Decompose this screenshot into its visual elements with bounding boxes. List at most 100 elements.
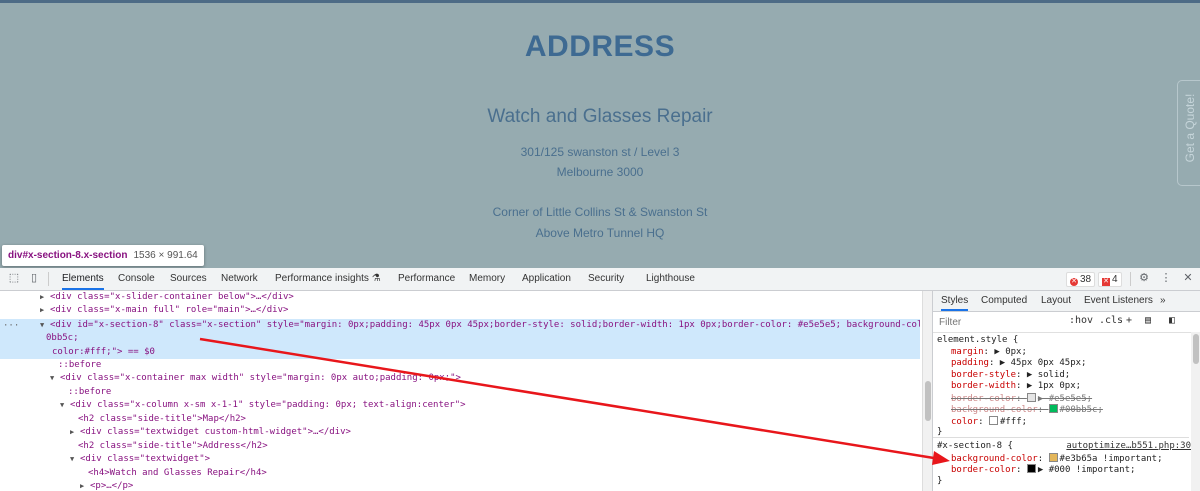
dom-node-markup: color:#fff;"> == $0 [52,347,155,357]
css-property[interactable]: border-style [951,370,1016,380]
color-swatch-icon[interactable] [988,415,998,425]
dom-node-line[interactable]: ▼ <div class="x-column x-sm x-1-1" style=… [60,399,466,412]
expand-triangle-icon[interactable]: ▶ [80,480,90,491]
tab-network[interactable]: Network [221,268,258,290]
dom-node-line[interactable]: ▶ <div class="textwidget custom-html-widg… [70,426,351,439]
get-a-quote-tab[interactable]: Get a Quote! [1177,80,1200,186]
dom-node-markup: ::before [68,387,112,397]
css-declaration[interactable]: background-color: #e3b65a !important; [937,452,1193,465]
more-tabs-chevron-icon[interactable]: » [1160,291,1166,311]
dom-node-line[interactable]: color:#fff;"> == $0 [52,346,155,359]
css-declaration[interactable]: background-color: #00bb5c; [937,404,1193,416]
hover-state-toggle[interactable]: :hov [1069,315,1093,326]
collapse-triangle-icon[interactable]: ▼ [50,372,60,385]
dom-node-markup: <div class="textwidget"> [80,454,211,464]
webpage-viewport: ADDRESS Watch and Glasses Repair 301/125… [0,0,1200,268]
css-declaration[interactable]: border-style: ▶ solid; [937,370,1193,382]
tab-elements[interactable]: Elements [62,268,104,290]
tab-event-listeners[interactable]: Event Listeners [1084,291,1153,311]
class-toggle[interactable]: .cls [1099,315,1123,326]
expand-triangle-icon[interactable]: ▶ [40,304,50,317]
css-property[interactable]: padding [951,358,989,368]
dom-node-line[interactable]: ::before [58,359,101,372]
device-toolbar-icon[interactable]: ▯ [28,272,40,284]
css-property[interactable]: border-color [951,394,1016,404]
styles-filter-input[interactable] [937,314,1061,330]
css-property[interactable]: border-width [951,381,1016,391]
tab-application[interactable]: Application [522,268,571,290]
dom-node-markup: <h2 class="side-title">Map</h2> [78,414,246,424]
css-declaration[interactable]: border-color: ▶ #000 !important; [937,464,1193,476]
css-declaration[interactable]: padding: ▶ 45px 0px 45px; [937,358,1193,370]
collapse-triangle-icon[interactable]: ▼ [60,399,70,412]
tab-sources[interactable]: Sources [170,268,207,290]
css-value[interactable]: ▶ 0px; [994,347,1027,357]
new-rule-icon[interactable]: + [1126,315,1132,326]
color-swatch-icon[interactable] [1026,392,1036,402]
tab-performance-insights[interactable]: Performance insights ⚗ [275,268,381,290]
tab-computed[interactable]: Computed [981,291,1027,311]
css-property[interactable]: background-color [951,454,1038,464]
node-menu-icon[interactable]: ··· [3,321,19,331]
elements-tree[interactable]: ··· ▶ <div class="x-slider-container belo… [0,291,920,491]
collapse-triangle-icon[interactable]: ▼ [70,453,80,466]
errors-badge[interactable]: ✕ 38 [1066,272,1096,287]
element-style-selector: element.style { [937,335,1019,345]
color-swatch-icon[interactable] [1048,404,1058,413]
css-value[interactable]: ▶ solid; [1027,370,1070,380]
css-declaration[interactable]: border-color: ▶ #e5e5e5; [937,392,1193,405]
tab-layout[interactable]: Layout [1041,291,1071,311]
color-swatch-icon[interactable] [1026,464,1036,473]
tab-security[interactable]: Security [588,268,624,290]
color-swatch-icon[interactable] [1048,452,1058,462]
dom-node-line[interactable]: 0bb5c; [46,332,79,345]
gear-icon[interactable]: ⚙ [1138,272,1150,284]
css-property[interactable]: background-color [951,405,1038,415]
dom-node-line[interactable]: ▼ <div class="textwidget"> [70,453,210,466]
paint-icon[interactable]: ▤ [1145,315,1151,326]
tab-console[interactable]: Console [118,268,155,290]
dom-node-line[interactable]: <h2 class="side-title">Map</h2> [78,413,246,426]
dom-node-line[interactable]: ▼ <div class="x-container max width" styl… [50,372,461,385]
css-declaration[interactable]: margin: ▶ 0px; [937,347,1193,359]
css-property[interactable]: margin [951,347,984,357]
issues-count: 4 [1112,274,1118,285]
css-value[interactable]: ▶ #000 !important; [1038,465,1136,475]
close-icon[interactable]: ✕ [1182,272,1194,284]
css-value[interactable]: ▶ 1px 0px; [1027,381,1081,391]
section-rule-source-link[interactable]: autoptimize…b551.php:30 [1066,441,1191,453]
css-property[interactable]: border-color [951,465,1016,475]
tab-lighthouse[interactable]: Lighthouse [646,268,695,290]
collapse-triangle-icon[interactable]: ▼ [40,319,50,332]
css-value[interactable]: #e3b65a !important; [1060,454,1163,464]
dom-node-line[interactable]: ▶ <p>…</p> [80,480,133,491]
css-declaration[interactable]: color: #fff; [937,415,1193,428]
dom-node-line[interactable]: <h4>Watch and Glasses Repair</h4> [88,467,267,480]
expand-triangle-icon[interactable]: ▶ [40,291,50,304]
devtools-toolbar: ⬚ ▯ Elements Console Sources Network Per… [0,268,1200,291]
tab-memory[interactable]: Memory [469,268,505,290]
css-declaration[interactable]: border-width: ▶ 1px 0px; [937,381,1193,393]
styles-scrollbar[interactable] [1191,332,1200,491]
expand-triangle-icon[interactable]: ▶ [70,426,80,439]
dom-node-line[interactable]: ▶ <div class="x-slider-container below">…… [40,291,294,304]
tab-styles[interactable]: Styles [941,291,969,311]
css-property[interactable]: color [951,417,978,427]
more-options-icon[interactable]: ⋮ [1160,272,1172,284]
css-value[interactable]: #fff; [1000,417,1027,427]
inspect-element-icon[interactable]: ⬚ [8,272,20,284]
dom-node-line[interactable]: ::before [68,386,111,399]
css-value[interactable]: #00bb5c; [1060,405,1103,415]
sidebar-toggle-icon[interactable]: ◧ [1169,315,1175,326]
dom-node-line[interactable]: <h2 class="side-title">Address</h2> [78,440,268,453]
css-value[interactable]: ▶ #e5e5e5; [1038,394,1092,404]
dom-node-line[interactable]: ▼ <div id="x-section-8" class="x-section"… [40,319,920,332]
devtools-panel: ⬚ ▯ Elements Console Sources Network Per… [0,268,1200,491]
section-rule-selector: #x-section-8 { [937,441,1013,451]
css-value[interactable]: ▶ 45px 0px 45px; [1000,358,1087,368]
styles-filter-row: :hov .cls + ▤ ◧ [933,312,1200,333]
section-rule: #x-section-8 { autoptimize…b551.php:30 b… [937,441,1193,486]
tab-performance[interactable]: Performance [398,268,455,290]
dom-node-line[interactable]: ▶ <div class="x-main full" role="main">…<… [40,304,288,317]
issues-badge[interactable]: ✕ 4 [1098,272,1122,287]
